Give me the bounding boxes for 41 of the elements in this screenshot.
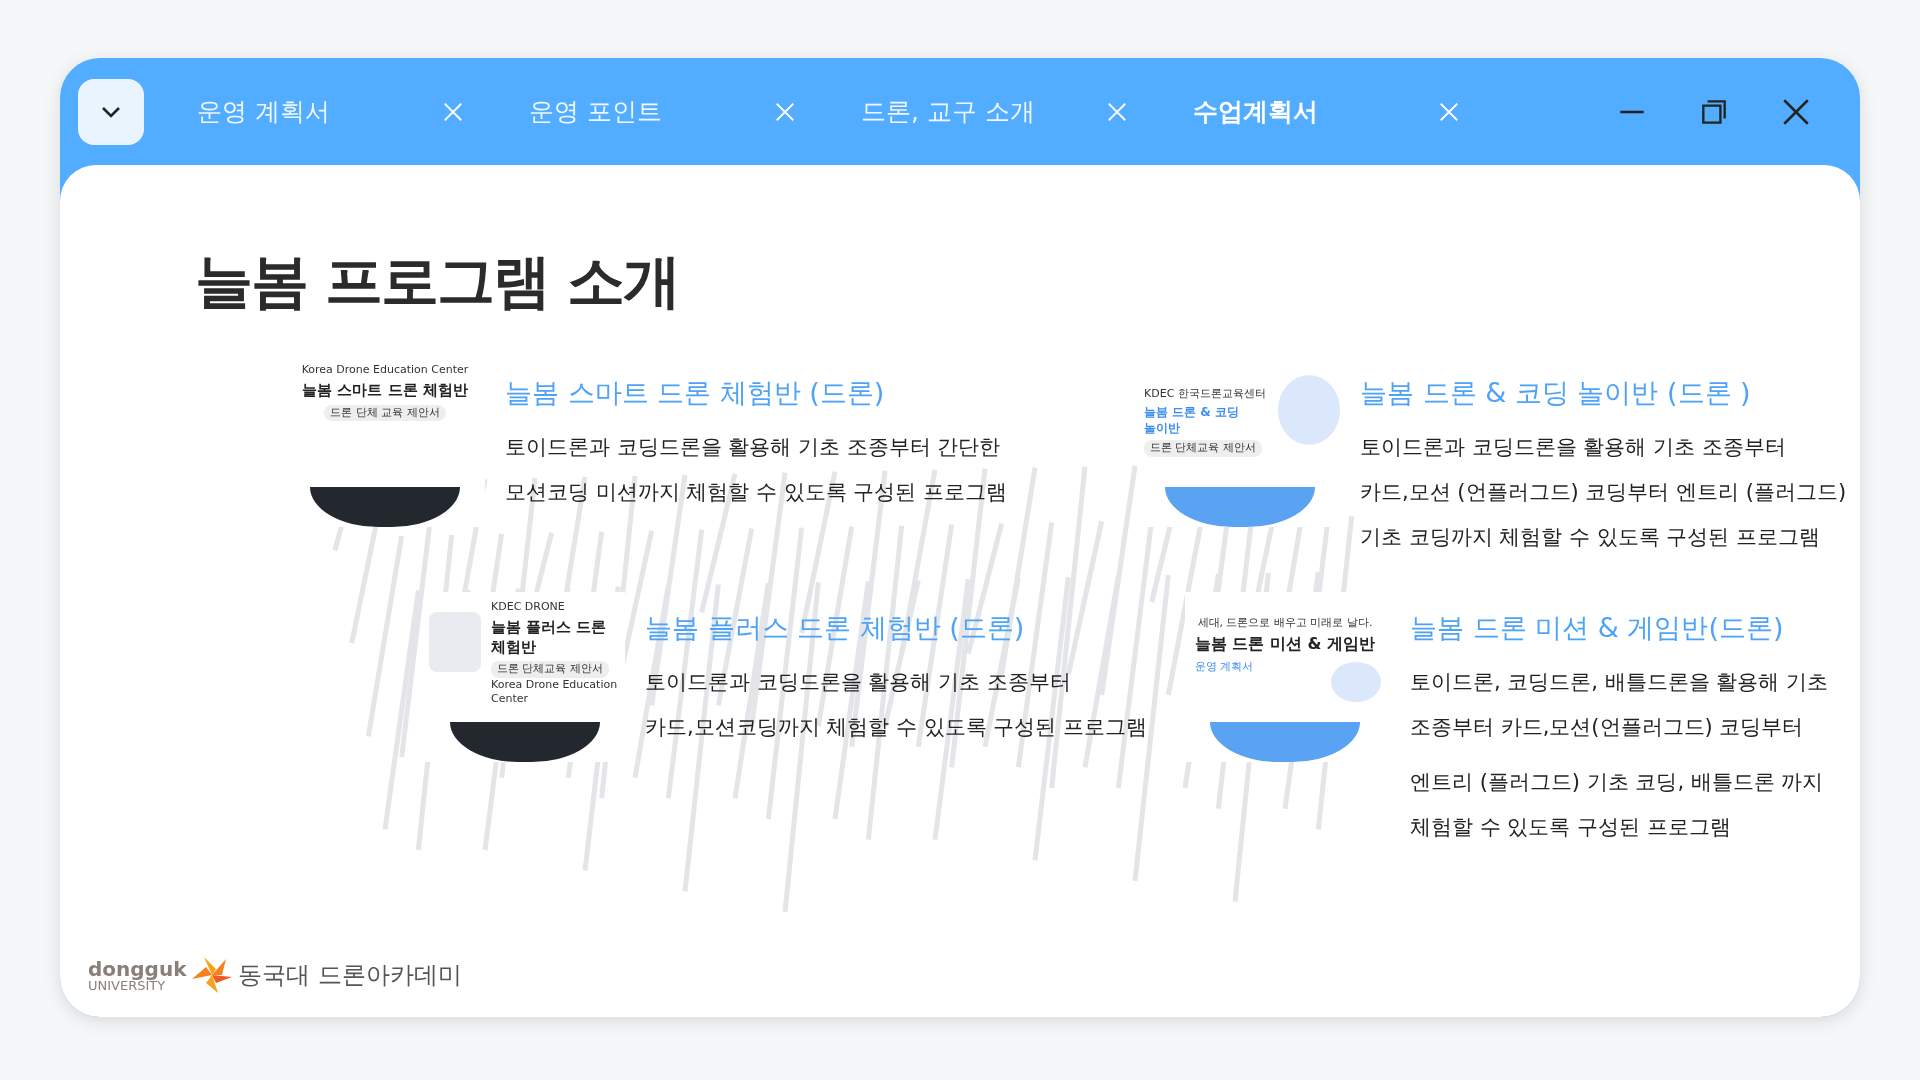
cover-subtitle: 운영 계획서 xyxy=(1194,659,1255,676)
description-line: 토이드론과 코딩드론을 활용해 기초 조종부터 간단한 xyxy=(505,434,1002,461)
close-tab-icon[interactable] xyxy=(774,100,796,123)
program-title[interactable]: 늘봄 드론 & 코딩 놀이반 (드론 ) xyxy=(1360,375,1847,411)
cover-caption: KDEC DRONE xyxy=(491,600,565,615)
tab[interactable]: 수업계획서 xyxy=(1193,95,1438,128)
description-line: 토이드론과 코딩드론을 활용해 기초 조종부터 xyxy=(645,669,1072,696)
academy-name: 동국대 드론아카데미 xyxy=(238,960,463,991)
description-line: 카드,모션 (언플러그드) 코딩부터 엔트리 (플러그드) xyxy=(1360,479,1847,506)
cover-title: 늘봄 스마트 드론 체험반 xyxy=(302,381,468,401)
tab[interactable]: 운영 계획서 xyxy=(197,95,442,128)
cover-caption: Korea Drone Education Center xyxy=(301,363,469,378)
tab[interactable]: 운영 포인트 xyxy=(529,95,774,128)
cover-subtitle: 드론 단체교육 제안서 xyxy=(491,661,609,678)
cover-caption: 세대, 드론으로 배우고 미래로 날다. xyxy=(1197,616,1373,631)
close-tab-icon[interactable] xyxy=(1106,100,1128,123)
cover-caption: KDEC 한국드론교육센터 xyxy=(1144,387,1266,402)
dropdown-button[interactable] xyxy=(78,78,144,145)
close-tab-icon[interactable] xyxy=(1438,100,1460,123)
close-tab-icon[interactable] xyxy=(442,100,464,123)
program-title[interactable]: 늘봄 스마트 드론 체험반 (드론) xyxy=(505,375,1008,411)
tab[interactable]: 드론, 교구 소개 xyxy=(861,95,1106,128)
description-line: 체험할 수 있도록 구성된 프로그램 xyxy=(1410,814,1732,841)
cover-caption: Korea Drone Education Center xyxy=(491,677,619,707)
cover-title: 늘봄 플러스 드론 체험반 xyxy=(491,618,608,658)
description-line: 토이드론, 코딩드론, 배틀드론을 활용해 기초 xyxy=(1410,669,1829,696)
cover-subtitle: 드론 단체 교육 제안서 xyxy=(324,404,446,422)
cover-subtitle: 드론 단체교육 제안서 xyxy=(1144,440,1262,457)
logo-wordmark: dongguk xyxy=(88,958,187,979)
description-line: 기초 코딩까지 체험할 수 있도록 구성된 프로그램 xyxy=(1360,524,1822,551)
description-line: 조종부터 카드,모션(언플러그드) 코딩부터 xyxy=(1410,714,1805,741)
cover-title: 늘봄 드론 미션 & 게임반 xyxy=(1194,634,1376,656)
program-title[interactable]: 늘봄 플러스 드론 체험반 (드론) xyxy=(645,610,1148,646)
cover-title: 늘봄 드론 & 코딩 놀이반 xyxy=(1144,405,1240,437)
program-title[interactable]: 늘봄 드론 미션 & 게임반(드론) xyxy=(1410,610,1829,646)
description-line: 모션코딩 미션까지 체험할 수 있도록 구성된 프로그램 xyxy=(505,479,1008,506)
description-line: 엔트리 (플러그드) 기초 코딩, 배틀드론 까지 xyxy=(1410,769,1825,796)
chevron-down-icon xyxy=(100,104,122,119)
page-title: 늘봄 프로그램 소개 xyxy=(195,246,681,317)
description-line: 토이드론과 코딩드론을 활용해 기초 조종부터 xyxy=(1360,434,1787,461)
description-line: 카드,모션코딩까지 체험할 수 있도록 구성된 프로그램 xyxy=(645,714,1148,741)
